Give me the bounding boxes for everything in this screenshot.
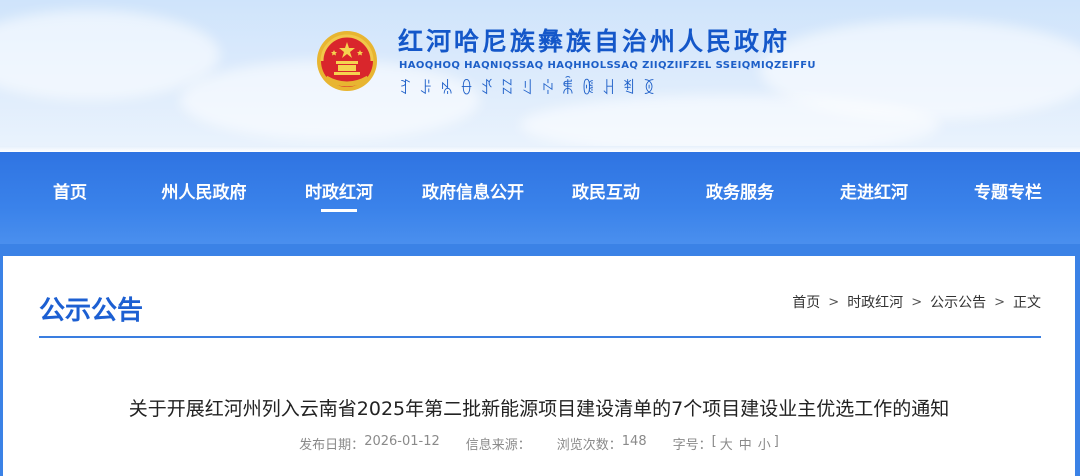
fontsize-bracket-close: ] [773, 434, 779, 449]
nav-item-services[interactable]: 政务服务 [706, 178, 774, 208]
content-card: 公示公告 首页 > 时政红河 > 公示公告 > 正文 关于开展红河州列入云南省2… [3, 256, 1075, 476]
breadcrumb-separator: > [828, 294, 840, 310]
site-title: 红河哈尼族彝族自治州人民政府 [398, 27, 791, 56]
nav-item-home[interactable]: 首页 [53, 178, 87, 208]
nav-item-about-honghe[interactable]: 走进红河 [840, 178, 908, 208]
nav-item-prefecture-government[interactable]: 州人民政府 [162, 178, 247, 208]
nav-item-info-disclosure[interactable]: 政府信息公开 [422, 178, 524, 208]
site-header: 红河哈尼族彝族自治州人民政府 HAOQHOQ HAQNIQSSAQ HAQHHO… [0, 0, 1080, 150]
fontsize-large-button[interactable]: 大 [717, 434, 736, 453]
cloud-decoration [520, 95, 940, 150]
section-title: 公示公告 [39, 296, 144, 326]
article-meta: 发布日期： 2026-01-12 信息来源： 浏览次数： 148 字号： [ 大… [3, 434, 1075, 453]
site-subtitle-pinyin: HAOQHOQ HAQNIQSSAQ HAQHHOLSSAQ ZIIQZIIFZ… [399, 60, 816, 71]
source-label: 信息来源： [465, 438, 531, 453]
national-emblem-icon [317, 31, 377, 91]
fontsize-small-button[interactable]: 小 [755, 434, 774, 453]
main-nav: 首页 州人民政府 时政红河 政府信息公开 政民互动 政务服务 走进红河 专题专栏 [0, 152, 1080, 244]
nav-item-politics-honghe[interactable]: 时政红河 [305, 178, 373, 208]
fontsize-medium-button[interactable]: 中 [736, 434, 755, 453]
views-label: 浏览次数： [556, 438, 622, 453]
publish-date: 2026-01-12 [364, 434, 440, 449]
breadcrumb-announcements[interactable]: 公示公告 [930, 292, 986, 312]
nav-active-indicator [321, 209, 357, 212]
nav-item-topics[interactable]: 专题专栏 [974, 178, 1042, 208]
date-label: 发布日期： [299, 438, 365, 453]
breadcrumb-current: 正文 [1013, 295, 1041, 311]
breadcrumb-home[interactable]: 首页 [792, 292, 820, 312]
nav-item-interaction[interactable]: 政民互动 [572, 178, 640, 208]
section-divider [39, 336, 1041, 338]
breadcrumb: 首页 > 时政红河 > 公示公告 > 正文 [792, 292, 1041, 312]
site-subtitle-yi: ꆈꌠꁱꂷꀋꉆꆹꏢꐨꍆꃅꄮꅉ [399, 79, 663, 99]
breadcrumb-separator: > [911, 294, 923, 310]
breadcrumb-separator: > [994, 294, 1005, 310]
views-count: 148 [621, 434, 647, 449]
article-title: 关于开展红河州列入云南省2025年第二批新能源项目建设清单的7个项目建设业主优选… [128, 398, 950, 420]
breadcrumb-politics[interactable]: 时政红河 [847, 292, 903, 312]
fontsize-label: 字号： [672, 438, 712, 453]
